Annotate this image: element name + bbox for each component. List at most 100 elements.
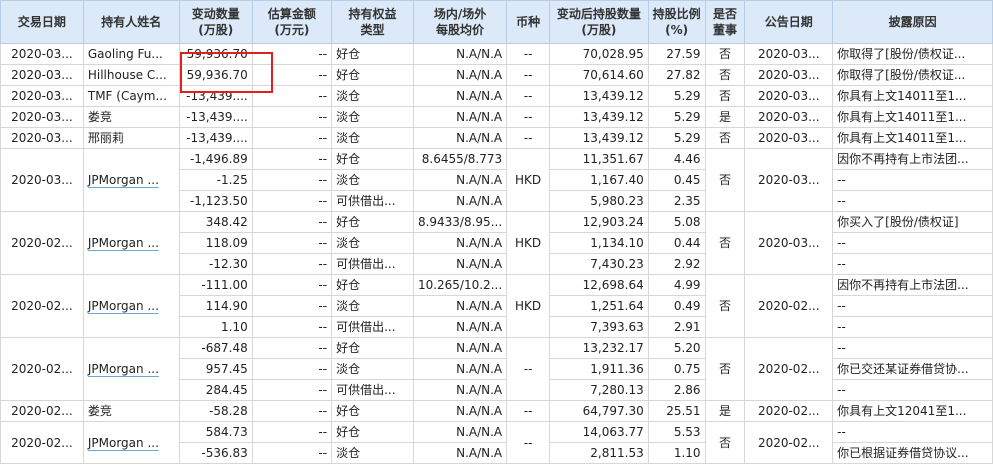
holder-link[interactable]: JPMorgan ... [88,173,159,187]
header-holder[interactable]: 持有人姓名 [82,0,180,44]
change-cell: -687.48 [178,337,253,359]
ratio-cell: 4.99 [647,274,706,296]
director-cell: 否 [704,148,746,212]
header-date[interactable]: 交易日期 [0,0,84,44]
change-cell: 1.10 [178,316,253,338]
holder-link[interactable]: JPMorgan ... [88,362,159,376]
currency-cell: -- [506,421,551,464]
after-cell: 70,028.95 [549,43,649,65]
header-price[interactable]: 场内/场外 每股均价 [412,0,508,44]
currency-cell: -- [506,337,551,401]
price-cell: N.A/N.A [412,64,508,86]
reason-cell[interactable]: -- [832,379,993,401]
date-cell: 2020-03... [0,85,84,107]
ratio-cell: 5.29 [647,106,706,128]
reason-cell[interactable]: 你取得了[股份/债权证... [832,43,993,65]
date-cell: 2020-02... [0,274,84,338]
price-cell: N.A/N.A [412,43,508,65]
header-reason[interactable]: 披露原因 [832,0,993,44]
holder-cell[interactable]: Hillhouse C... [82,64,180,86]
header-ratio[interactable]: 持股比例 (%) [647,0,706,44]
after-cell: 1,911.36 [549,358,649,380]
director-cell: 否 [704,421,746,464]
type-cell: 淡仓 [331,358,414,380]
reason-cell[interactable]: 你具有上文14011至1... [832,106,993,128]
table-row: 2020-02... JPMorgan ... 348.42 -- 好仓 8.9433/8… [0,211,993,275]
price-cell: N.A/N.A [412,253,508,275]
change-cell: -58.28 [178,400,253,422]
ratio-cell: 27.82 [647,64,706,86]
reason-cell[interactable]: 你具有上文14011至1... [832,85,993,107]
currency-cell: -- [506,64,551,86]
price-cell: N.A/N.A [412,316,508,338]
ratio-cell: 2.91 [647,316,706,338]
reason-cell[interactable]: 你已交还某证券借贷协... [832,358,993,380]
holder-link[interactable]: JPMorgan ... [88,299,159,313]
type-cell: 好仓 [331,421,414,443]
reason-cell[interactable]: 因你不再持有上市法团... [832,148,993,170]
change-cell: -111.00 [178,274,253,296]
reason-cell[interactable]: -- [832,190,993,212]
price-cell: N.A/N.A [412,127,508,149]
reason-cell[interactable]: 因你不再持有上市法团... [832,274,993,296]
director-cell: 是 [704,106,746,128]
amount-cell: -- [251,127,333,149]
reason-cell[interactable]: -- [832,295,993,317]
currency-cell: -- [506,43,551,65]
reason-cell[interactable]: 你取得了[股份/债权证... [832,64,993,86]
holder-cell[interactable]: 娄竞 [82,106,180,128]
holder-cell[interactable]: JPMorgan ... [82,337,180,401]
table-header-row: 交易日期 持有人姓名 变动数量 (万股) 估算金额 (万元) 持有权益 类型 场… [0,0,993,44]
after-cell: 70,614.60 [549,64,649,86]
currency-cell: -- [506,85,551,107]
ratio-cell: 5.08 [647,211,706,233]
reason-cell[interactable]: -- [832,316,993,338]
ratio-cell: 0.45 [647,169,706,191]
holder-cell[interactable]: Gaoling Fu... [82,43,180,65]
reason-cell[interactable]: -- [832,337,993,359]
type-cell: 可供借出... [331,316,414,338]
header-after[interactable]: 变动后持股数量 (万股) [549,0,649,44]
holder-cell[interactable]: JPMorgan ... [82,421,180,464]
after-cell: 1,134.10 [549,232,649,254]
reason-cell[interactable]: 你已根据证券借贷协议... [832,442,993,464]
reason-cell[interactable]: -- [832,169,993,191]
holder-cell[interactable]: 娄竞 [82,400,180,422]
header-currency[interactable]: 币种 [506,0,551,44]
header-amount[interactable]: 估算金额 (万元) [251,0,333,44]
reason-cell[interactable]: -- [832,253,993,275]
currency-cell: HKD [506,211,551,275]
holder-cell[interactable]: JPMorgan ... [82,211,180,275]
price-cell: N.A/N.A [412,421,508,443]
after-cell: 12,698.64 [549,274,649,296]
reason-cell[interactable]: -- [832,421,993,443]
change-cell: 957.45 [178,358,253,380]
holder-cell[interactable]: TMF (Caym... [82,85,180,107]
date-cell: 2020-03... [0,148,84,212]
amount-cell: -- [251,85,333,107]
price-cell: N.A/N.A [412,232,508,254]
amount-cell: -- [251,358,333,380]
announce-cell: 2020-03... [744,64,834,86]
holder-link[interactable]: JPMorgan ... [88,236,159,250]
holder-cell[interactable]: JPMorgan ... [82,274,180,338]
reason-cell[interactable]: 你具有上文14011至1... [832,127,993,149]
currency-cell: -- [506,106,551,128]
header-type[interactable]: 持有权益 类型 [331,0,414,44]
amount-cell: -- [251,64,333,86]
header-change[interactable]: 变动数量 (万股) [178,0,253,44]
header-announce[interactable]: 公告日期 [744,0,834,44]
header-director[interactable]: 是否 董事 [704,0,746,44]
reason-cell[interactable]: 你具有上文12041至1... [832,400,993,422]
type-cell: 好仓 [331,400,414,422]
after-cell: 14,063.77 [549,421,649,443]
change-cell: 118.09 [178,232,253,254]
holder-cell[interactable]: 邢丽莉 [82,127,180,149]
after-cell: 7,430.23 [549,253,649,275]
holder-link[interactable]: JPMorgan ... [88,436,159,450]
reason-cell[interactable]: 你买入了[股份/债权证] [832,211,993,233]
holder-cell[interactable]: JPMorgan ... [82,148,180,212]
table-row: 2020-03... Gaoling Fu... 59,936.70 -- 好仓 N.A/… [0,43,993,65]
reason-cell[interactable]: -- [832,232,993,254]
table-row: 2020-03... TMF (Caym... -13,439.... -- 淡仓 N.A… [0,85,993,107]
